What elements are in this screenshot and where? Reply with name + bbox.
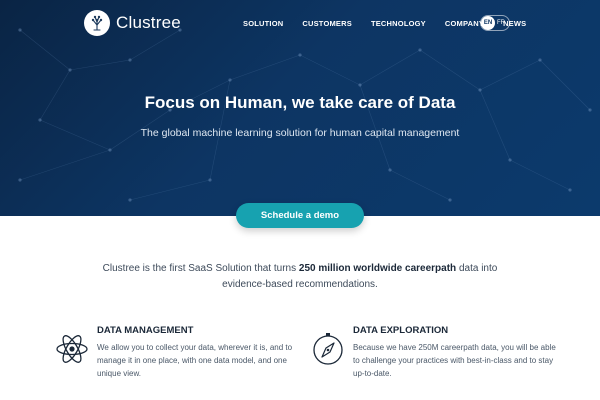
compass-icon (310, 331, 346, 372)
brand-logo[interactable]: Clustree (84, 10, 181, 36)
tree-icon (84, 10, 110, 36)
hero-section: Clustree SOLUTION CUSTOMERS TECHNOLOGY C… (0, 0, 600, 216)
hero-title: Focus on Human, we take care of Data (144, 93, 456, 112)
intro-highlight: 250 million worldwide careerpath (298, 263, 457, 274)
nav-item-technology[interactable]: TECHNOLOGY (371, 19, 426, 28)
lang-option-en[interactable]: EN (481, 16, 495, 30)
nav-item-solution[interactable]: SOLUTION (243, 19, 283, 28)
lang-option-fr[interactable]: FR (497, 20, 505, 26)
nav-item-customers[interactable]: CUSTOMERS (302, 19, 352, 28)
intro-text-start: Clustree is the first SaaS Solution that… (102, 263, 299, 274)
hero-subtitle: The global machine learning solution for… (140, 127, 460, 139)
nav-item-company[interactable]: COMPANY (445, 19, 484, 28)
atom-icon (54, 331, 90, 372)
feature-description: We allow you to collect your data, where… (97, 343, 293, 378)
feature-description: Because we have 250M careerpath data, yo… (353, 343, 556, 378)
schedule-demo-button[interactable]: Schedule a demo (236, 203, 364, 228)
feature-title: DATA MANAGEMENT (97, 325, 194, 336)
language-switcher[interactable]: EN FR (480, 15, 510, 31)
intro-text: Clustree is the first SaaS Solution that… (100, 261, 500, 293)
brand-name: Clustree (116, 13, 181, 32)
feature-title: DATA EXPLORATION (353, 325, 449, 336)
